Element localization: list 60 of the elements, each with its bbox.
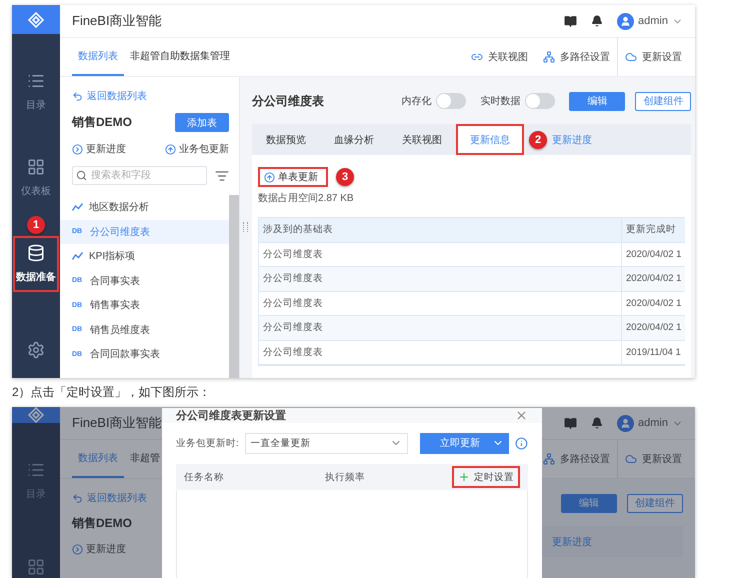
search-field[interactable]: 搜索表和字段	[72, 166, 207, 185]
toolbar-link[interactable]: 多路径设置	[560, 452, 610, 466]
step-badge: 2	[529, 130, 547, 148]
step-badge: 3	[336, 168, 354, 186]
toggle-label: 内存化	[401, 94, 432, 108]
table-cell: 分公司维度表	[259, 316, 621, 340]
schedule-button[interactable]: 定时设置	[452, 466, 520, 488]
app-title: FineBI商业智能	[72, 12, 162, 30]
detail-tab[interactable]: 更新信息	[456, 124, 524, 155]
table-cell: 分公司维度表	[259, 340, 621, 365]
toolbar-link[interactable]: 更新设置	[642, 452, 682, 466]
package-title: 销售DEMO	[72, 114, 132, 131]
field-label: 业务包更新时:	[176, 436, 239, 450]
table-cell: 2020/04/02 1	[621, 242, 686, 267]
detail-tab[interactable]: 数据预览	[252, 124, 320, 155]
table-cell: 2020/04/02 1	[621, 267, 686, 292]
nav-tab[interactable]: 非超管	[124, 440, 166, 478]
table-cell: 2019/11/04 1	[621, 340, 686, 365]
user-name[interactable]: admin	[638, 417, 668, 429]
package-update-link[interactable]: 业务包更新	[165, 142, 229, 156]
space-text: 数据占用空间2.87 KB	[258, 192, 355, 205]
app-title: FineBI商业智能	[72, 414, 162, 432]
toggle-label: 实时数据	[480, 94, 520, 108]
dialog-title: 分公司维度表更新设置	[176, 408, 286, 423]
sidebar-item[interactable]: 目录	[13, 64, 59, 120]
column-header: 涉及到的基础表	[259, 218, 621, 242]
table-cell: 2020/04/02 1	[621, 316, 686, 340]
detail-tab[interactable]: 关联视图	[388, 124, 456, 155]
toolbar-link[interactable]: 关联视图	[488, 50, 528, 64]
table-title: 分公司维度表	[252, 92, 324, 110]
progress-link[interactable]: 更新进度	[552, 132, 592, 146]
toolbar-link[interactable]: 更新设置	[642, 50, 682, 64]
create-button[interactable]: 创建组件	[635, 92, 692, 110]
nav-tab[interactable]: 非超管自助数据集管理	[124, 38, 236, 76]
sidebar-item[interactable]: 数据准备	[13, 236, 59, 292]
add-table-button[interactable]: 添加表	[175, 113, 229, 132]
edit-button[interactable]: 编辑	[569, 92, 626, 110]
table-cell: 分公司维度表	[259, 292, 621, 316]
detail-tab[interactable]: 血缘分析	[320, 124, 388, 155]
caption-text: 2）点击「定时设置」，如下图所示：	[12, 384, 212, 401]
table-list-item[interactable]: 地区数据分析	[60, 195, 229, 220]
step-badge: 1	[27, 216, 45, 234]
update-button[interactable]: 单表更新	[258, 167, 328, 187]
package-title: 销售DEMO	[72, 515, 132, 532]
user-name[interactable]: admin	[638, 15, 668, 27]
column-header: 更新完成时	[621, 218, 686, 242]
progress-link[interactable]: 更新进度	[72, 542, 126, 556]
toolbar-link[interactable]: 多路径设置	[560, 50, 610, 64]
progress-link[interactable]: 更新进度	[72, 142, 126, 156]
update-now-button[interactable]: 立即更新	[420, 432, 510, 454]
table-cell: 分公司维度表	[259, 242, 621, 267]
sidebar-item[interactable]: 仪表板	[13, 150, 59, 206]
update-mode-select[interactable]: 一直全量更新	[244, 432, 408, 454]
table-cell: 2020/04/02 1	[621, 292, 686, 316]
column-header: 任务名称	[184, 470, 225, 484]
table-cell: 分公司维度表	[259, 267, 621, 292]
back-link[interactable]: 返回数据列表	[72, 89, 229, 103]
nav-tab[interactable]: 数据列表	[72, 38, 124, 76]
table-list-item[interactable]: KPI指标项	[60, 244, 229, 268]
column-header: 执行频率	[325, 470, 366, 484]
